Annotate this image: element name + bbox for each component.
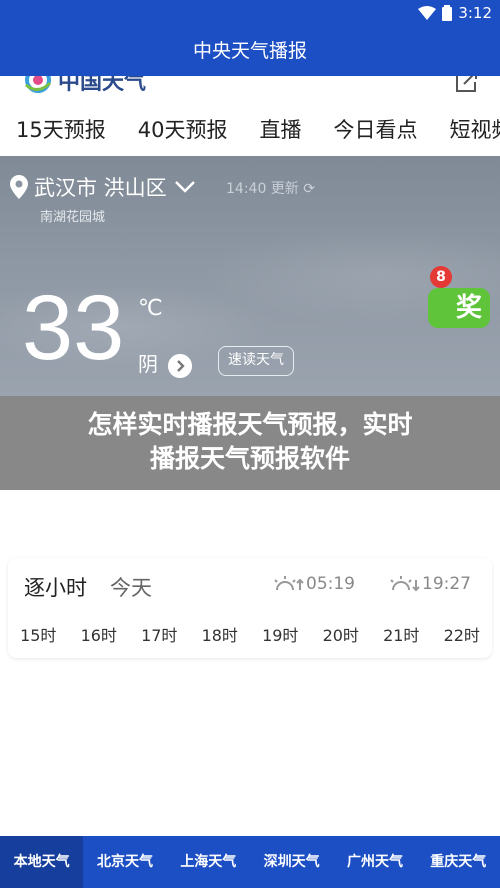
hourly-title: 逐小时 <box>24 576 87 600</box>
nav-guangzhou-weather[interactable]: 广州天气 <box>333 836 416 888</box>
tab-today[interactable]: 今日看点 <box>333 114 417 144</box>
hour-label: 17时 <box>141 626 178 645</box>
nav-beijing-weather[interactable]: 北京天气 <box>83 836 166 888</box>
nav-chongqing-weather[interactable]: 重庆天气 <box>417 836 500 888</box>
sunrise-icon <box>274 576 304 591</box>
hour-label: 19时 <box>262 626 299 645</box>
update-time: 14:40 更新 ⟳ <box>226 181 315 197</box>
hour-label: 21时 <box>383 626 420 645</box>
reward-button[interactable]: 奖 <box>428 288 490 328</box>
hourly-forecast: 逐小时 今天 05:19 19:27 15时 16时 17时 18时 19时 2… <box>8 558 492 658</box>
refresh-icon[interactable]: ⟳ <box>303 181 315 197</box>
sunrise: 05:19 <box>270 574 355 594</box>
hour-label: 16时 <box>80 626 117 645</box>
sunset: 19:27 <box>386 574 471 594</box>
headline-line-2: 播报天气预报软件 <box>149 444 350 473</box>
hour-label: 18时 <box>201 626 238 645</box>
status-bar: 3:12 <box>0 0 500 28</box>
app-header: 中国天气 15天预报 40天预报 直播 今日看点 短视频 <box>0 76 500 156</box>
nav-shanghai-weather[interactable]: 上海天气 <box>167 836 250 888</box>
nav-local-weather[interactable]: 本地天气 <box>0 836 84 888</box>
tab-live[interactable]: 直播 <box>259 114 301 144</box>
sub-area: 南湖花园城 <box>40 210 106 225</box>
weather-hero: 武汉市 洪山区 14:40 更新 ⟳ 南湖花园城 8 奖 33 ℃ 阴 速读天气 <box>0 156 500 396</box>
headline-line-1: 怎样实时播报天气预报，实时 <box>87 410 413 439</box>
article-headline: 怎样实时播报天气预报，实时 播报天气预报软件 <box>0 396 500 490</box>
tab-shortvideo[interactable]: 短视频 <box>449 114 500 144</box>
hourly-day: 今天 <box>110 576 152 600</box>
hour-labels: 15时 16时 17时 18时 19时 20时 21时 22时 <box>8 622 492 646</box>
logo-text: 中国天气 <box>58 76 147 95</box>
rain-icon <box>18 488 72 536</box>
air-quality-value: 26 优 <box>280 510 334 542</box>
temperature-unit: ℃ <box>138 296 163 321</box>
reward-label: 奖 <box>455 293 482 323</box>
uv-value: 强 <box>456 514 476 538</box>
air-quality-label: 空气质量 <box>280 491 336 507</box>
uv-label: 紫外线 <box>456 491 498 507</box>
chevron-down-icon <box>174 181 195 193</box>
precip-value: 降雨频繁 <box>86 514 166 538</box>
app-logo[interactable]: 中国天气 <box>22 76 146 96</box>
current-temperature: 33 <box>22 277 125 379</box>
weather-condition: 阴 <box>138 352 158 376</box>
chevron-right-icon[interactable] <box>168 354 192 378</box>
reward-badge: 8 <box>430 266 452 288</box>
battery-icon <box>442 5 453 21</box>
page-title: 中央天气播报 <box>0 28 500 76</box>
hour-label: 20时 <box>322 626 359 645</box>
wind-icon <box>212 488 266 536</box>
aqi-number: 26 <box>280 513 308 542</box>
hour-label: 15时 <box>20 626 57 645</box>
uv-icon: UV <box>388 488 442 536</box>
location-selector[interactable]: 武汉市 洪山区 <box>10 172 197 202</box>
nav-tabs: 15天预报 40天预报 直播 今日看点 短视频 <box>0 114 500 144</box>
tab-40day[interactable]: 40天预报 <box>138 114 228 144</box>
sunset-icon <box>390 576 420 592</box>
precip-label: 降水预报 <box>86 491 142 507</box>
aqi-level: 优 <box>314 514 334 538</box>
tab-15day[interactable]: 15天预报 <box>16 114 106 144</box>
bottom-nav: 本地天气 北京天气 上海天气 深圳天气 广州天气 重庆天气 <box>0 836 500 888</box>
nav-shenzhen-weather[interactable]: 深圳天气 <box>250 836 333 888</box>
status-icons: 3:12 <box>418 4 492 22</box>
wifi-icon <box>418 6 437 20</box>
location-pin-icon <box>10 175 28 199</box>
hour-label: 22时 <box>443 626 480 645</box>
share-icon[interactable] <box>454 76 480 94</box>
location-name: 武汉市 洪山区 <box>34 176 167 200</box>
quick-read-button[interactable]: 速读天气 <box>218 346 294 376</box>
logo-swirl-icon <box>25 76 52 93</box>
status-time: 3:12 <box>458 4 492 22</box>
